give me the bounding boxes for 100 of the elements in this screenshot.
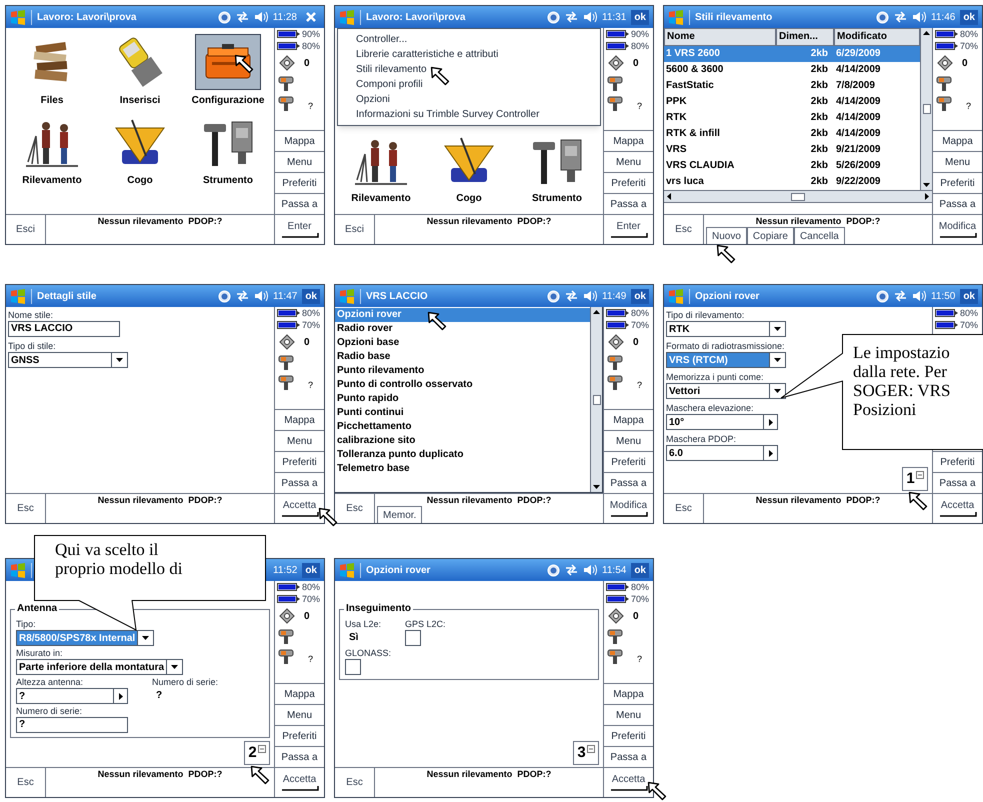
dropdown[interactable]: VRS (RTCM): [666, 352, 786, 368]
sidebar-button[interactable]: Mappa: [604, 683, 653, 704]
column-header[interactable]: Dimen...: [776, 28, 834, 46]
list-item[interactable]: Opzioni rover: [335, 308, 590, 322]
softkey-button[interactable]: Enter: [603, 215, 653, 244]
esc-button[interactable]: Esc: [335, 494, 375, 523]
esc-button[interactable]: Esci: [6, 215, 46, 244]
menu-item[interactable]: Opzioni: [338, 92, 390, 107]
softkey-button[interactable]: Accetta: [932, 494, 982, 523]
sidebar-button[interactable]: Preferiti: [275, 172, 324, 193]
sidebar-button[interactable]: Passa a: [933, 472, 982, 493]
sidebar-button[interactable]: Preferiti: [933, 451, 982, 472]
softkey-button[interactable]: Copiare: [746, 227, 794, 244]
esc-button[interactable]: Esc: [664, 215, 704, 244]
app-launcher[interactable]: Strumento: [513, 132, 601, 206]
ok-button[interactable]: ok: [631, 288, 649, 304]
sidebar-button[interactable]: Mappa: [604, 130, 653, 151]
sidebar-button[interactable]: Passa a: [275, 746, 324, 767]
sidebar-button[interactable]: Menu: [604, 430, 653, 451]
list-item[interactable]: Tolleranza punto duplicato: [335, 448, 590, 462]
sidebar-button[interactable]: Preferiti: [275, 725, 324, 746]
ok-button[interactable]: ok: [960, 10, 978, 24]
list-item[interactable]: Telemetro base: [335, 462, 590, 476]
sidebar-button[interactable]: Preferiti: [933, 172, 982, 193]
menu-item[interactable]: Stili rilevamento: [338, 62, 427, 77]
dropdown[interactable]: R8/5800/SPS78x Internal: [16, 630, 154, 646]
sidebar-button[interactable]: Mappa: [604, 409, 653, 430]
list-item[interactable]: Opzioni base: [335, 336, 590, 350]
scroll-thumb[interactable]: [791, 192, 805, 200]
sidebar-button[interactable]: Mappa: [933, 130, 982, 151]
list-item[interactable]: Picchettamento: [335, 420, 590, 434]
column-header[interactable]: Nome: [664, 28, 776, 46]
sidebar-button[interactable]: Passa a: [604, 472, 653, 493]
sidebar-button[interactable]: Menu: [604, 151, 653, 172]
softkey-button[interactable]: Modifica: [932, 215, 982, 244]
dropdown[interactable]: RTK: [666, 321, 786, 337]
list-item[interactable]: Punti continui: [335, 406, 590, 420]
sidebar-button[interactable]: Passa a: [604, 193, 653, 214]
list-item[interactable]: calibrazione sito: [335, 434, 590, 448]
esc-button[interactable]: Esci: [335, 215, 375, 244]
scroll-thumb[interactable]: [592, 394, 600, 404]
sidebar-button[interactable]: Preferiti: [275, 451, 324, 472]
softkey-button[interactable]: Modifica: [603, 494, 653, 523]
list-item[interactable]: Punto di controllo osservato: [335, 378, 590, 392]
esc-button[interactable]: Esc: [664, 494, 704, 523]
menu-item[interactable]: Controller...: [338, 32, 408, 47]
sidebar-button[interactable]: Mappa: [275, 683, 324, 704]
app-launcher[interactable]: Inserisci: [96, 34, 184, 108]
esc-button[interactable]: Esc: [6, 768, 46, 797]
table-row[interactable]: 1 VRS 2600 2kb 6/29/2009: [664, 46, 920, 62]
ok-button[interactable]: ok: [631, 562, 649, 578]
scroll-thumb[interactable]: [922, 104, 930, 114]
sidebar-button[interactable]: Preferiti: [604, 451, 653, 472]
sidebar-button[interactable]: Mappa: [275, 409, 324, 430]
ok-button[interactable]: ok: [302, 288, 320, 304]
sidebar-button[interactable]: Menu: [933, 151, 982, 172]
sidebar-button[interactable]: Passa a: [604, 746, 653, 767]
sidebar-button[interactable]: Passa a: [275, 193, 324, 214]
menu-item[interactable]: Componi profili: [338, 77, 423, 92]
value-field[interactable]: 10°: [666, 414, 778, 430]
softkey-button[interactable]: Enter: [274, 215, 324, 244]
app-launcher[interactable]: Rilevamento: [8, 114, 96, 188]
dropdown[interactable]: Vettori: [666, 383, 786, 399]
sidebar-button[interactable]: Menu: [275, 704, 324, 725]
list-item[interactable]: Punto rilevamento: [335, 364, 590, 378]
value-field[interactable]: ?: [16, 688, 128, 704]
app-launcher[interactable]: Files: [8, 34, 96, 108]
text-field[interactable]: ?: [16, 717, 128, 733]
sidebar-button[interactable]: Menu: [604, 704, 653, 725]
app-launcher[interactable]: Rilevamento: [337, 132, 425, 206]
list-item[interactable]: Radio rover: [335, 322, 590, 336]
esc-button[interactable]: Esc: [335, 768, 375, 797]
page-button[interactable]: 3: [573, 741, 599, 765]
value-field[interactable]: 6.0: [666, 445, 778, 461]
ok-button[interactable]: ok: [960, 288, 978, 304]
sidebar-button[interactable]: Preferiti: [604, 725, 653, 746]
scrollbar[interactable]: [920, 28, 932, 190]
app-launcher[interactable]: Cogo: [96, 114, 184, 188]
menu-item[interactable]: Librerie caratteristiche e attributi: [338, 47, 498, 62]
dropdown[interactable]: Parte inferiore della montatura: [16, 659, 184, 675]
app-launcher[interactable]: Cogo: [425, 132, 513, 206]
page-button[interactable]: 1: [902, 467, 928, 491]
sidebar-button[interactable]: Mappa: [275, 130, 324, 151]
text-field[interactable]: VRS LACCIO: [8, 321, 120, 337]
list-item[interactable]: Punto rapido: [335, 392, 590, 406]
checkbox[interactable]: [405, 630, 422, 646]
scrollbar[interactable]: [664, 191, 932, 203]
scrollbar[interactable]: [590, 307, 602, 492]
app-launcher[interactable]: Strumento: [184, 114, 272, 188]
menu-item[interactable]: Informazioni su Trimble Survey Controller: [338, 107, 540, 122]
dropdown[interactable]: GNSS: [8, 352, 128, 368]
softkey-button[interactable]: Nuovo: [706, 227, 747, 244]
sidebar-button[interactable]: Menu: [275, 151, 324, 172]
ok-button[interactable]: ok: [631, 10, 649, 24]
esc-button[interactable]: Esc: [6, 494, 46, 523]
sidebar-button[interactable]: Passa a: [275, 472, 324, 493]
sidebar-button[interactable]: Passa a: [933, 193, 982, 214]
softkey-button[interactable]: Memor.: [377, 506, 422, 523]
checkbox[interactable]: [345, 659, 361, 675]
page-button[interactable]: 2: [244, 741, 270, 765]
